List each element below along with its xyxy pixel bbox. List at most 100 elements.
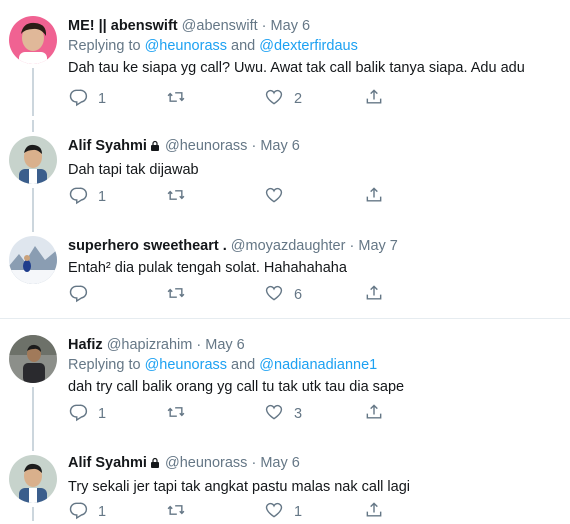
- reply-count: 1: [98, 504, 107, 520]
- mention-link[interactable]: @heunorass: [145, 38, 227, 54]
- retweet-button[interactable]: [166, 186, 196, 208]
- heart-icon: [264, 402, 284, 426]
- share-button[interactable]: [364, 186, 384, 208]
- avatar[interactable]: [9, 236, 57, 284]
- share-button[interactable]: [364, 501, 384, 523]
- retweet-icon: [166, 185, 186, 209]
- reply-count: 1: [98, 189, 107, 205]
- share-button[interactable]: [364, 403, 384, 425]
- share-icon: [364, 500, 384, 524]
- tweet[interactable]: Hafiz @hapizrahim · May 6 Replying to @h…: [0, 319, 570, 439]
- display-name[interactable]: superhero sweetheart .: [68, 238, 227, 254]
- tweet[interactable]: superhero sweetheart . @moyazdaughter · …: [0, 222, 570, 316]
- share-icon: [364, 185, 384, 209]
- like-button[interactable]: 6: [264, 284, 302, 306]
- retweet-button[interactable]: [166, 88, 196, 110]
- tweet-date[interactable]: May 6: [260, 138, 300, 154]
- like-button[interactable]: 3: [264, 403, 302, 425]
- reply-count: 1: [98, 406, 107, 422]
- user-handle[interactable]: @hapizrahim: [107, 337, 193, 353]
- like-count: 2: [294, 91, 303, 107]
- reply-count: 1: [98, 91, 107, 107]
- display-name[interactable]: ME! || abenswift: [68, 18, 178, 34]
- thread-line: [32, 222, 34, 232]
- replying-to: Replying to @heunorass and @dexterfirdau…: [68, 36, 564, 56]
- lock-icon: [149, 138, 161, 158]
- thread-line: [32, 387, 34, 439]
- share-button[interactable]: [364, 88, 384, 110]
- retweet-icon: [166, 500, 186, 524]
- avatar[interactable]: [9, 335, 57, 383]
- display-name[interactable]: Alif Syahmi: [68, 455, 147, 471]
- reply-icon: [68, 283, 88, 307]
- avatar[interactable]: [9, 136, 57, 184]
- user-handle[interactable]: @heunorass: [165, 138, 247, 154]
- heart-icon: [264, 500, 284, 524]
- tweet-text: Entah² dia pulak tengah solat. Hahahahah…: [68, 260, 347, 276]
- thread-line: [32, 507, 34, 521]
- reply-icon: [68, 185, 88, 209]
- avatar[interactable]: [9, 16, 57, 64]
- retweet-button[interactable]: [166, 501, 196, 523]
- reply-button[interactable]: 1: [68, 403, 106, 425]
- thread-line: [32, 439, 34, 451]
- avatar[interactable]: [9, 455, 57, 503]
- heart-icon: [264, 185, 284, 209]
- like-count: 6: [294, 287, 303, 303]
- tweet-date[interactable]: May 6: [260, 455, 300, 471]
- retweet-icon: [166, 402, 186, 426]
- like-count: 3: [294, 406, 303, 422]
- separator-dot: ·: [349, 238, 355, 254]
- tweet-text: Dah tau ke siapa yg call? Uwu. Awat tak …: [68, 60, 525, 76]
- thread-line: [32, 120, 34, 132]
- tweet-thread: ME! || abenswift @abenswift · May 6 Repl…: [0, 0, 570, 521]
- separator-dot: ·: [251, 138, 257, 154]
- separator-dot: ·: [196, 337, 202, 353]
- tweet-text: Try sekali jer tapi tak angkat pastu mal…: [68, 479, 410, 495]
- reply-icon: [68, 402, 88, 426]
- separator-dot: ·: [251, 455, 257, 471]
- user-handle[interactable]: @moyazdaughter: [231, 238, 346, 254]
- like-count: 1: [294, 504, 303, 520]
- tweet[interactable]: ME! || abenswift @abenswift · May 6 Repl…: [0, 0, 570, 120]
- tweet-text: Dah tapi tak dijawab: [68, 162, 199, 178]
- user-handle[interactable]: @heunorass: [165, 455, 247, 471]
- lock-icon: [149, 455, 161, 475]
- reply-icon: [68, 87, 88, 111]
- replying-and: and: [231, 38, 256, 54]
- reply-button[interactable]: [68, 284, 98, 306]
- retweet-icon: [166, 87, 186, 111]
- share-icon: [364, 87, 384, 111]
- retweet-button[interactable]: [166, 403, 196, 425]
- tweet[interactable]: Alif Syahmi @heunorass · May 6 Dah tapi …: [0, 120, 570, 222]
- like-button[interactable]: 2: [264, 88, 302, 110]
- retweet-icon: [166, 283, 186, 307]
- mention-link[interactable]: @dexterfirdaus: [259, 38, 358, 54]
- display-name[interactable]: Hafiz: [68, 337, 103, 353]
- tweet-date[interactable]: May 6: [205, 337, 245, 353]
- like-button[interactable]: [264, 186, 294, 208]
- display-name[interactable]: Alif Syahmi: [68, 138, 147, 154]
- thread-line: [32, 68, 34, 116]
- share-button[interactable]: [364, 284, 384, 306]
- thread-line: [32, 188, 34, 222]
- heart-icon: [264, 283, 284, 307]
- reply-icon: [68, 500, 88, 524]
- replying-and: and: [231, 357, 256, 373]
- reply-button[interactable]: 1: [68, 501, 106, 523]
- tweet-text: dah try call balik orang yg call tu tak …: [68, 379, 405, 395]
- heart-icon: [264, 87, 284, 111]
- reply-button[interactable]: 1: [68, 88, 106, 110]
- replying-to: Replying to @heunorass and @nadianadiann…: [68, 355, 564, 375]
- tweet[interactable]: Alif Syahmi @heunorass · May 6 Try sekal…: [0, 439, 570, 521]
- replying-prefix: Replying to: [68, 38, 141, 54]
- user-handle[interactable]: @abenswift: [182, 18, 258, 34]
- tweet-date[interactable]: May 6: [271, 18, 311, 34]
- reply-button[interactable]: 1: [68, 186, 106, 208]
- mention-link[interactable]: @nadianadianne1: [259, 357, 377, 373]
- like-button[interactable]: 1: [264, 501, 302, 523]
- mention-link[interactable]: @heunorass: [145, 357, 227, 373]
- tweet-date[interactable]: May 7: [358, 238, 398, 254]
- retweet-button[interactable]: [166, 284, 196, 306]
- replying-prefix: Replying to: [68, 357, 141, 373]
